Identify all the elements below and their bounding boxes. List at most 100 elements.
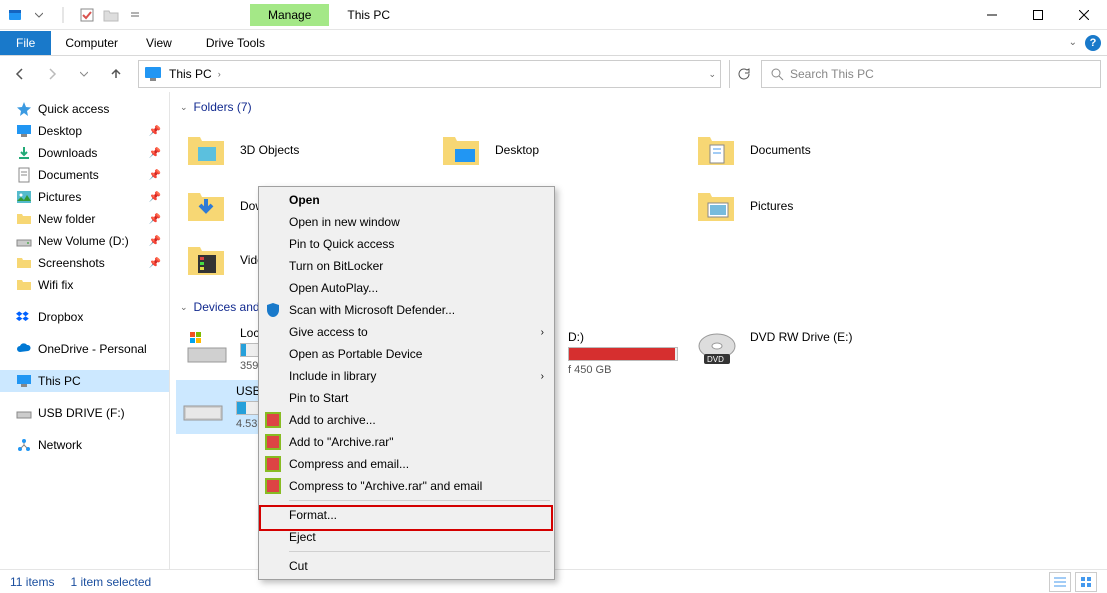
- tree-desktop[interactable]: Desktop📌: [0, 120, 169, 142]
- network-icon: [16, 437, 32, 453]
- search-input[interactable]: Search This PC: [761, 60, 1101, 88]
- tree-new-folder[interactable]: New folder 📌: [0, 208, 169, 230]
- folder-icon: [696, 185, 738, 227]
- file-tab[interactable]: File: [0, 31, 51, 55]
- address-dropdown-icon[interactable]: ⌄: [708, 69, 716, 80]
- back-button[interactable]: [6, 60, 34, 88]
- minimize-button[interactable]: [969, 0, 1015, 30]
- titlebar: Manage This PC: [0, 0, 1107, 30]
- tree-documents[interactable]: Documents📌: [0, 164, 169, 186]
- folder-pictures[interactable]: Pictures: [690, 178, 945, 234]
- label: 3D Objects: [240, 143, 299, 157]
- view-tab[interactable]: View: [132, 31, 186, 55]
- qat-dropdown-icon[interactable]: [28, 4, 50, 26]
- forward-button[interactable]: [38, 60, 66, 88]
- menu-format[interactable]: Format...: [261, 504, 552, 526]
- label: New folder: [38, 212, 95, 226]
- navigation-pane: Quick access Desktop📌 Downloads📌 Documen…: [0, 92, 170, 569]
- folder-desktop[interactable]: Desktop: [435, 122, 690, 178]
- pin-icon: 📌: [149, 236, 161, 247]
- menu-eject[interactable]: Eject: [261, 526, 552, 548]
- address-bar[interactable]: This PC › ⌄: [138, 60, 721, 88]
- label: Documents: [750, 143, 811, 157]
- drive-usb-f[interactable]: USB 4.53: [176, 380, 258, 434]
- folder-icon: [186, 239, 228, 281]
- menu-autoplay[interactable]: Open AutoPlay...: [261, 277, 552, 299]
- winrar-icon: [265, 478, 281, 494]
- label: Pictures: [38, 190, 81, 204]
- label: Network: [38, 438, 82, 452]
- menu-defender[interactable]: Scan with Microsoft Defender...: [261, 299, 552, 321]
- up-button[interactable]: [102, 60, 130, 88]
- folder-documents[interactable]: Documents: [690, 122, 945, 178]
- contextual-tab-manage[interactable]: Manage: [250, 4, 329, 26]
- tree-dropbox[interactable]: Dropbox: [0, 306, 169, 328]
- pin-icon: 📌: [149, 258, 161, 269]
- label: Quick access: [38, 102, 109, 116]
- menu-add-archive[interactable]: Add to archive...: [261, 409, 552, 431]
- drive-tools-tab[interactable]: Drive Tools: [196, 31, 275, 55]
- close-button[interactable]: [1061, 0, 1107, 30]
- menu-add-rar[interactable]: Add to "Archive.rar": [261, 431, 552, 453]
- chevron-right-icon[interactable]: ›: [218, 69, 221, 79]
- download-icon: [16, 145, 32, 161]
- menu-cut[interactable]: Cut: [261, 555, 552, 577]
- pin-icon: 📌: [149, 148, 161, 159]
- folder-icon: [696, 129, 738, 171]
- menu-compress-rar-email[interactable]: Compress to "Archive.rar" and email: [261, 475, 552, 497]
- quick-access-toolbar: [0, 4, 150, 26]
- tree-quick-access[interactable]: Quick access: [0, 98, 169, 120]
- qat-new-folder-icon[interactable]: [100, 4, 122, 26]
- folder-icon: [186, 185, 228, 227]
- chevron-right-icon: ›: [541, 327, 544, 338]
- help-icon[interactable]: ?: [1085, 35, 1101, 51]
- document-icon: [16, 167, 32, 183]
- maximize-button[interactable]: [1015, 0, 1061, 30]
- pin-icon: 📌: [149, 214, 161, 225]
- menu-bitlocker[interactable]: Turn on BitLocker: [261, 255, 552, 277]
- drive-dvd-e[interactable]: DVD DVD RW Drive (E:): [690, 326, 945, 376]
- qat-overflow-icon[interactable]: [124, 4, 146, 26]
- menu-give-access[interactable]: Give access to›: [261, 321, 552, 343]
- menu-include-library[interactable]: Include in library›: [261, 365, 552, 387]
- menu-compress-email[interactable]: Compress and email...: [261, 453, 552, 475]
- computer-tab[interactable]: Computer: [51, 31, 132, 55]
- qat-properties-icon[interactable]: [4, 4, 26, 26]
- tree-network[interactable]: Network: [0, 434, 169, 456]
- refresh-button[interactable]: [729, 60, 757, 88]
- tree-pictures[interactable]: Pictures📌: [0, 186, 169, 208]
- tree-onedrive[interactable]: OneDrive - Personal: [0, 338, 169, 360]
- menu-open[interactable]: Open: [261, 189, 552, 211]
- label: New Volume (D:): [38, 234, 129, 248]
- menu-pin-start[interactable]: Pin to Start: [261, 387, 552, 409]
- menu-portable[interactable]: Open as Portable Device: [261, 343, 552, 365]
- details-view-button[interactable]: [1049, 572, 1071, 592]
- chevron-down-icon: ⌄: [180, 302, 188, 313]
- label: USB DRIVE (F:): [38, 406, 125, 420]
- window-controls: [969, 0, 1107, 30]
- tree-new-volume[interactable]: New Volume (D:) 📌: [0, 230, 169, 252]
- menu-pin-quick-access[interactable]: Pin to Quick access: [261, 233, 552, 255]
- picture-icon: [16, 189, 32, 205]
- folder-3d-objects[interactable]: 3D Objects: [180, 122, 435, 178]
- ribbon: File Computer View Drive Tools ⌄ ?: [0, 30, 1107, 56]
- drive-label: USB: [236, 384, 260, 398]
- menu-separator: [289, 500, 550, 501]
- drive-icon: [182, 384, 224, 426]
- ribbon-collapse-icon[interactable]: ⌄: [1069, 37, 1077, 48]
- menu-open-new-window[interactable]: Open in new window: [261, 211, 552, 233]
- tree-usb-drive[interactable]: USB DRIVE (F:): [0, 402, 169, 424]
- menu-separator: [289, 551, 550, 552]
- tiles-view-button[interactable]: [1075, 572, 1097, 592]
- qat-checkbox-icon[interactable]: [76, 4, 98, 26]
- search-placeholder: Search This PC: [790, 67, 874, 81]
- tree-this-pc[interactable]: This PC: [0, 370, 169, 392]
- tree-wifi-fix[interactable]: Wifi fix: [0, 274, 169, 296]
- recent-dropdown-icon[interactable]: [70, 60, 98, 88]
- label: Desktop: [38, 124, 82, 138]
- tree-screenshots[interactable]: Screenshots📌: [0, 252, 169, 274]
- search-icon: [770, 67, 784, 81]
- ribbon-right: ⌄ ?: [1069, 35, 1101, 51]
- tree-downloads[interactable]: Downloads📌: [0, 142, 169, 164]
- folders-section-header[interactable]: ⌄ Folders (7): [180, 96, 1097, 122]
